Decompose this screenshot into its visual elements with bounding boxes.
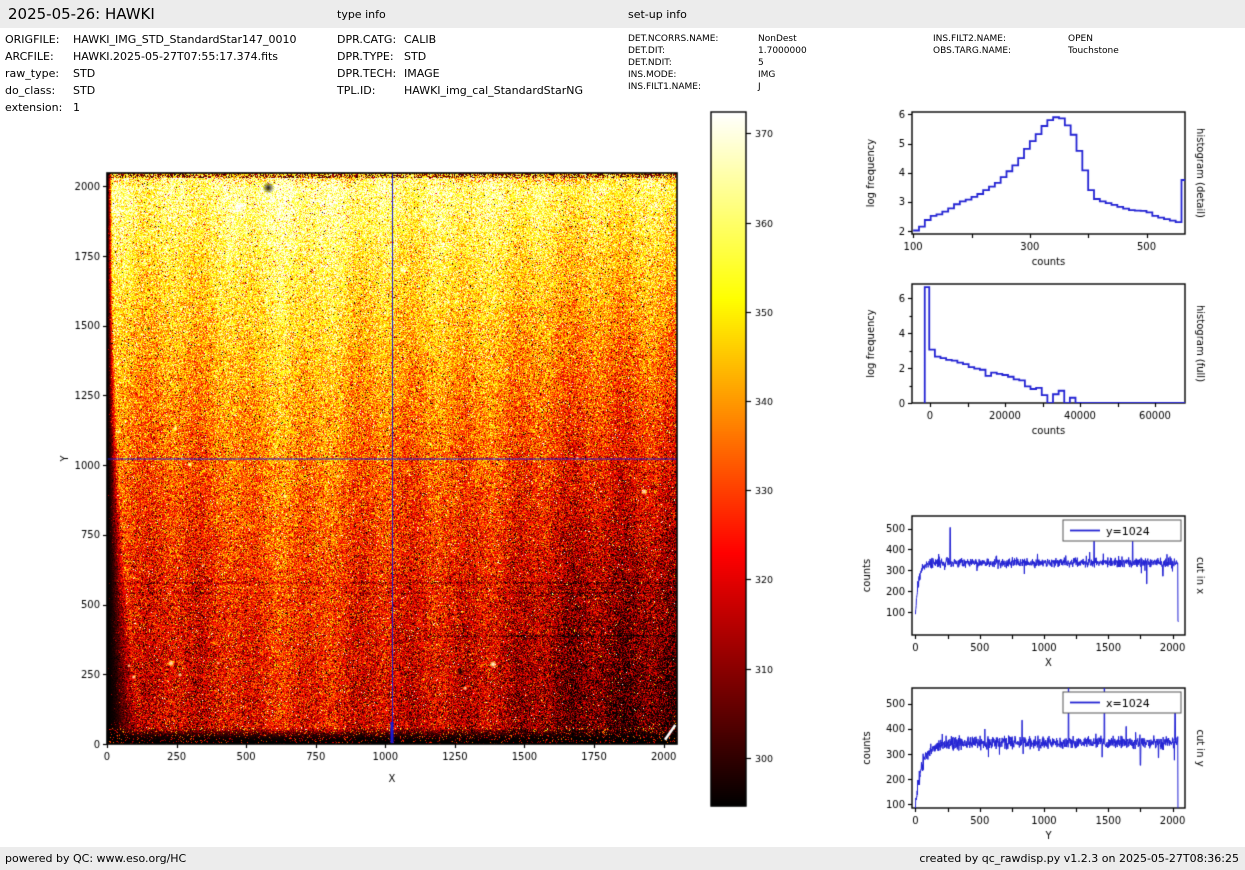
meta-value: IMG bbox=[758, 70, 776, 80]
meta-label: DPR.CATG: bbox=[337, 33, 397, 46]
meta-value: HAWKI.2025-05-27T07:55:17.374.fits bbox=[73, 50, 279, 63]
meta-label: DET.NCORRS.NAME: bbox=[628, 34, 719, 44]
meta-row: extension: 1 bbox=[5, 99, 297, 116]
meta-value: 1.7000000 bbox=[758, 46, 807, 56]
footer-left-text: powered by QC: www.eso.org/HC bbox=[5, 852, 187, 865]
meta-row: TPL.ID: HAWKI_img_cal_StandardStarNG bbox=[337, 82, 583, 99]
meta-label: do_class: bbox=[5, 84, 56, 97]
meta-label: extension: bbox=[5, 101, 63, 114]
meta-label: DPR.TECH: bbox=[337, 67, 397, 80]
page-title: 2025-05-26: HAWKI bbox=[8, 5, 155, 23]
setup-info-left-block: DET.NCORRS.NAME: NonDest DET.DIT: 1.7000000… bbox=[628, 33, 807, 93]
meta-value: HAWKI_img_cal_StandardStarNG bbox=[404, 84, 583, 97]
meta-label: DET.DIT: bbox=[628, 46, 666, 56]
meta-label: INS.MODE: bbox=[628, 70, 677, 80]
meta-row: INS.FILT1.NAME: J bbox=[628, 81, 807, 93]
meta-label: DPR.TYPE: bbox=[337, 50, 394, 63]
header-bar: 2025-05-26: HAWKI type info set-up info bbox=[0, 0, 1245, 28]
meta-row: DET.NDIT: 5 bbox=[628, 57, 807, 69]
meta-label: INS.FILT2.NAME: bbox=[933, 34, 1007, 44]
meta-row: ARCFILE: HAWKI.2025-05-27T07:55:17.374.fi… bbox=[5, 48, 297, 65]
meta-value: STD bbox=[73, 84, 96, 97]
meta-value: 5 bbox=[758, 58, 764, 68]
meta-row: DET.NCORRS.NAME: NonDest bbox=[628, 33, 807, 45]
meta-row: DET.DIT: 1.7000000 bbox=[628, 45, 807, 57]
meta-value: CALIB bbox=[404, 33, 437, 46]
meta-label: DET.NDIT: bbox=[628, 58, 672, 68]
meta-row: ORIGFILE: HAWKI_IMG_STD_StandardStar147_0… bbox=[5, 31, 297, 48]
meta-row: OBS.TARG.NAME: Touchstone bbox=[933, 45, 1119, 57]
meta-row: DPR.CATG: CALIB bbox=[337, 31, 583, 48]
meta-value: STD bbox=[73, 67, 96, 80]
footer-right-text: created by qc_rawdisp.py v1.2.3 on 2025-… bbox=[919, 852, 1239, 865]
meta-label: ORIGFILE: bbox=[5, 33, 60, 46]
meta-row: DPR.TYPE: STD bbox=[337, 48, 583, 65]
setup-info-right-block: INS.FILT2.NAME: OPEN OBS.TARG.NAME: Touchst… bbox=[933, 33, 1119, 57]
figure-canvas bbox=[0, 0, 1245, 870]
qc-report-page: 2025-05-26: HAWKI type info set-up info … bbox=[0, 0, 1245, 870]
meta-value: STD bbox=[404, 50, 427, 63]
setup-info-heading: set-up info bbox=[628, 8, 687, 21]
meta-label: raw_type: bbox=[5, 67, 60, 80]
type-info-heading: type info bbox=[337, 8, 386, 21]
meta-value: Touchstone bbox=[1068, 46, 1119, 56]
meta-value: 1 bbox=[73, 101, 80, 114]
meta-row: DPR.TECH: IMAGE bbox=[337, 65, 583, 82]
meta-value: HAWKI_IMG_STD_StandardStar147_0010 bbox=[73, 33, 297, 46]
meta-row: INS.FILT2.NAME: OPEN bbox=[933, 33, 1119, 45]
meta-label: INS.FILT1.NAME: bbox=[628, 82, 702, 92]
meta-label: OBS.TARG.NAME: bbox=[933, 46, 1012, 56]
meta-row: do_class: STD bbox=[5, 82, 297, 99]
meta-value: OPEN bbox=[1068, 34, 1093, 44]
meta-label: TPL.ID: bbox=[337, 84, 376, 97]
meta-label: ARCFILE: bbox=[5, 50, 54, 63]
meta-value: J bbox=[758, 82, 761, 92]
type-info-block: DPR.CATG: CALIB DPR.TYPE: STD DPR.TECH: IMAGE… bbox=[337, 31, 583, 99]
meta-row: INS.MODE: IMG bbox=[628, 69, 807, 81]
meta-row: raw_type: STD bbox=[5, 65, 297, 82]
file-info-block: ORIGFILE: HAWKI_IMG_STD_StandardStar147_0… bbox=[5, 31, 297, 116]
footer-bar: powered by QC: www.eso.org/HC created by… bbox=[0, 847, 1245, 870]
meta-value: IMAGE bbox=[404, 67, 440, 80]
meta-value: NonDest bbox=[758, 34, 797, 44]
